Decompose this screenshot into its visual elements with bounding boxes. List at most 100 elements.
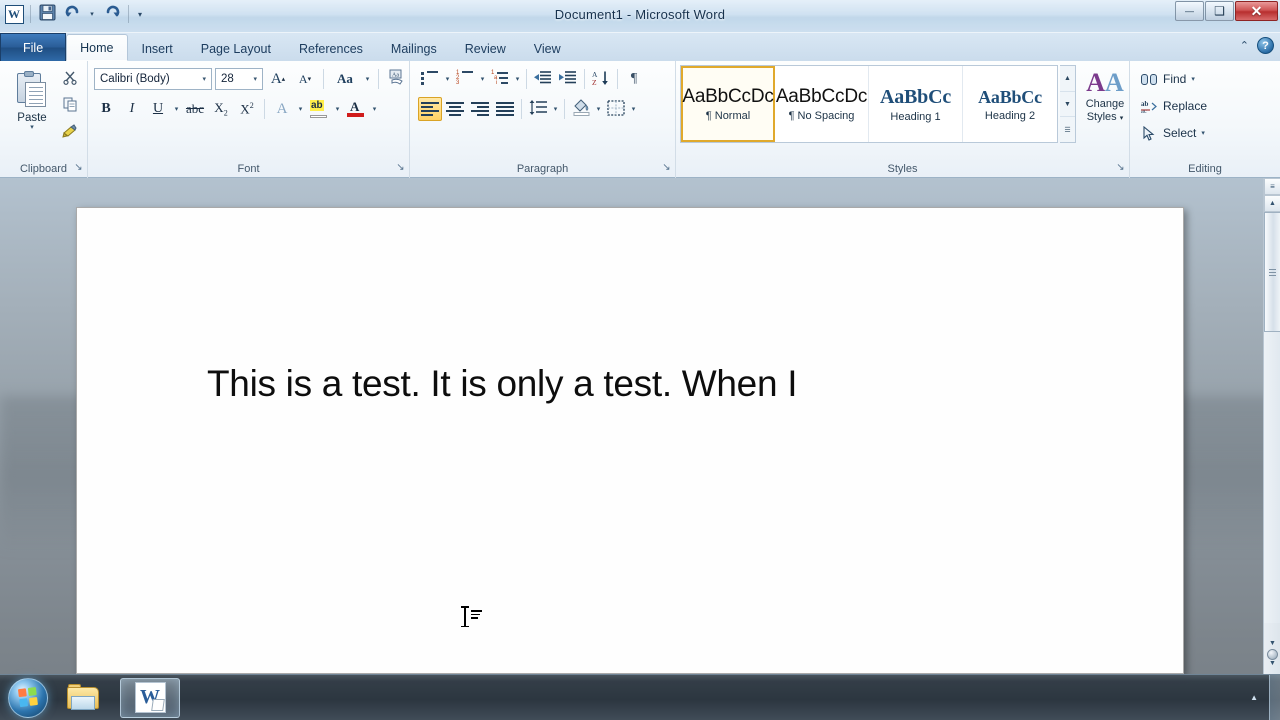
tab-home[interactable]: Home: [66, 34, 128, 61]
strikethrough-button[interactable]: abc: [183, 97, 207, 121]
document-body-text[interactable]: This is a test. It is only a test. When …: [207, 363, 1087, 404]
tab-file[interactable]: File: [0, 33, 67, 61]
style-normal[interactable]: AaBbCcDc ¶ Normal: [681, 66, 775, 142]
change-styles-button[interactable]: AA Change Styles ▾: [1082, 65, 1128, 147]
multilevel-caret[interactable]: ▾: [513, 75, 522, 83]
line-spacing-caret[interactable]: ▾: [551, 105, 560, 113]
scrollbar-grip: [1269, 267, 1276, 278]
text-effects-button[interactable]: A: [270, 97, 294, 121]
bullets-button[interactable]: [418, 67, 442, 91]
tab-view[interactable]: View: [520, 35, 575, 61]
shading-button[interactable]: [569, 97, 593, 121]
align-right-button[interactable]: [468, 97, 492, 121]
bullets-caret[interactable]: ▾: [443, 75, 452, 83]
tray-expand-icon[interactable]: ▲: [1241, 693, 1267, 702]
multilevel-list-icon: 1ai: [491, 70, 509, 87]
bold-button[interactable]: B: [94, 97, 118, 121]
help-icon[interactable]: ?: [1257, 37, 1274, 54]
document-page[interactable]: This is a test. It is only a test. When …: [76, 207, 1184, 674]
clear-formatting-button[interactable]: Aa: [385, 67, 409, 91]
grow-font-button[interactable]: A ▴: [266, 67, 290, 91]
browse-next-button[interactable]: ▼: [1264, 660, 1280, 667]
find-caret: ▾: [1191, 76, 1195, 83]
split-window-button[interactable]: ≡: [1264, 178, 1280, 195]
styles-scroll-up-button[interactable]: ▲: [1060, 66, 1075, 92]
numbering-caret[interactable]: ▾: [478, 75, 487, 83]
tab-mailings[interactable]: Mailings: [377, 35, 451, 61]
borders-button[interactable]: [604, 97, 628, 121]
shading-caret[interactable]: ▾: [594, 105, 603, 113]
increase-indent-button[interactable]: [556, 67, 580, 91]
align-left-button[interactable]: [418, 97, 442, 121]
ribbon-tabs: File Home Insert Page Layout References …: [0, 33, 575, 61]
font-group-label: Font: [237, 163, 260, 175]
scroll-up-button[interactable]: ▲: [1264, 195, 1280, 212]
copy-button[interactable]: [58, 94, 82, 118]
cut-button[interactable]: [58, 67, 82, 91]
format-painter-button[interactable]: [58, 121, 82, 145]
vertical-scrollbar[interactable]: ≡ ▲ ▼ ▼: [1263, 178, 1280, 674]
superscript-button[interactable]: X2: [235, 97, 259, 121]
select-button[interactable]: Select ▾: [1136, 121, 1246, 145]
tab-references[interactable]: References: [285, 35, 377, 61]
minimize-button[interactable]: —: [1175, 1, 1204, 21]
clipboard-dialog-launcher[interactable]: ↘: [73, 162, 84, 173]
subscript-button[interactable]: X2: [209, 97, 233, 121]
styles-gallery: AaBbCcDc ¶ Normal AaBbCcDc ¶ No Spacing …: [680, 65, 1058, 143]
borders-caret[interactable]: ▾: [629, 105, 638, 113]
svg-text:ac: ac: [1141, 108, 1147, 114]
decrease-indent-button[interactable]: [531, 67, 555, 91]
style-heading-1[interactable]: AaBbCc Heading 1: [869, 66, 963, 142]
underline-caret[interactable]: ▾: [172, 105, 181, 113]
scrollbar-track[interactable]: [1264, 332, 1280, 623]
taskbar-item-windows-explorer[interactable]: [54, 678, 114, 718]
show-formatting-marks-button[interactable]: ¶: [622, 67, 646, 91]
change-case-caret[interactable]: ▾: [363, 75, 372, 83]
highlight-caret[interactable]: ▾: [333, 105, 342, 113]
browse-object-controls: ▼ ▼: [1264, 640, 1280, 674]
restore-button[interactable]: ❑: [1205, 1, 1234, 21]
paste-dropdown-caret[interactable]: ▾: [30, 124, 34, 131]
justify-button[interactable]: [493, 97, 517, 121]
style-heading-2[interactable]: AaBbCc Heading 2: [963, 66, 1057, 142]
font-name-combo[interactable]: Calibri (Body) ▾: [94, 68, 212, 90]
align-center-button[interactable]: [443, 97, 467, 121]
select-browse-object-button[interactable]: [1267, 649, 1278, 660]
highlight-button[interactable]: ab: [307, 97, 331, 121]
change-case-button[interactable]: Aa: [330, 67, 360, 91]
show-desktop-button[interactable]: [1269, 674, 1280, 720]
styles-scroll-down-button[interactable]: ▼: [1060, 92, 1075, 118]
scroll-down-button[interactable]: ▼: [1264, 640, 1280, 647]
paste-button[interactable]: Paste ▾: [10, 67, 54, 149]
styles-more-button[interactable]: ☰: [1060, 117, 1075, 142]
minimize-ribbon-icon[interactable]: ⌃: [1240, 39, 1249, 52]
restore-icon: ❑: [1214, 4, 1225, 18]
underline-button[interactable]: U: [146, 97, 170, 121]
document-area[interactable]: This is a test. It is only a test. When …: [0, 178, 1280, 674]
styles-dialog-launcher[interactable]: ↘: [1115, 162, 1126, 173]
close-button[interactable]: ✕: [1235, 1, 1278, 21]
multilevel-list-button[interactable]: 1ai: [488, 67, 512, 91]
paragraph-divider-5: [564, 99, 565, 119]
line-spacing-button[interactable]: [526, 97, 550, 121]
start-button[interactable]: [8, 677, 48, 718]
font-size-combo[interactable]: 28 ▾: [215, 68, 263, 90]
italic-button[interactable]: I: [120, 97, 144, 121]
style-no-spacing[interactable]: AaBbCcDc ¶ No Spacing: [775, 66, 869, 142]
find-button[interactable]: Find ▾: [1136, 67, 1246, 91]
font-dialog-launcher[interactable]: ↘: [395, 162, 406, 173]
tab-insert[interactable]: Insert: [128, 35, 187, 61]
tab-page-layout[interactable]: Page Layout: [187, 35, 285, 61]
editing-group-label: Editing: [1188, 163, 1222, 175]
text-effects-caret[interactable]: ▾: [296, 105, 305, 113]
replace-button[interactable]: ab ac Replace: [1136, 94, 1246, 118]
font-color-button[interactable]: A: [344, 97, 368, 121]
paragraph-dialog-launcher[interactable]: ↘: [661, 162, 672, 173]
taskbar-item-microsoft-word[interactable]: W: [120, 677, 180, 718]
font-color-caret[interactable]: ▾: [370, 105, 379, 113]
scrollbar-thumb[interactable]: [1264, 212, 1280, 332]
tab-review[interactable]: Review: [451, 35, 520, 61]
shrink-font-button[interactable]: A ▾: [293, 67, 317, 91]
sort-button[interactable]: A Z: [589, 67, 613, 91]
numbering-button[interactable]: 123: [453, 67, 477, 91]
